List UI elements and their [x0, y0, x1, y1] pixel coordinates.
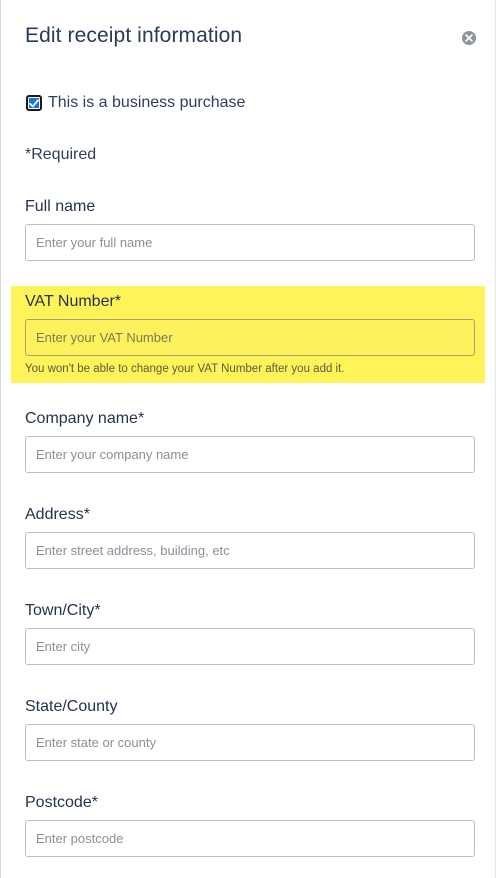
vat-help-text: You won't be able to change your VAT Num…	[25, 363, 345, 375]
close-icon[interactable]	[462, 31, 476, 45]
panel-left-border	[0, 0, 1, 878]
town-label: Town/City*	[25, 602, 101, 619]
full-name-field-group: Full name	[25, 197, 475, 261]
postcode-label: Postcode*	[25, 794, 98, 811]
company-input[interactable]	[25, 436, 475, 473]
vat-label: VAT Number*	[25, 293, 122, 310]
state-field-group: State/County	[25, 697, 475, 761]
vat-field-group: VAT Number*	[25, 292, 475, 356]
vat-input[interactable]	[25, 319, 475, 356]
town-input[interactable]	[25, 628, 475, 665]
business-purchase-checkbox[interactable]	[26, 95, 42, 111]
required-note: *Required	[25, 146, 97, 163]
full-name-label: Full name	[25, 198, 96, 215]
address-field-group: Address*	[25, 505, 475, 569]
business-purchase-label: This is a business purchase	[48, 94, 246, 111]
address-input[interactable]	[25, 532, 475, 569]
business-purchase-row[interactable]: This is a business purchase	[26, 94, 245, 112]
postcode-field-group: Postcode*	[25, 793, 475, 857]
panel-title: Edit receipt information	[25, 24, 243, 47]
state-label: State/County	[25, 698, 118, 715]
state-input[interactable]	[25, 724, 475, 761]
company-field-group: Company name*	[25, 409, 475, 473]
full-name-input[interactable]	[25, 224, 475, 261]
company-label: Company name*	[25, 410, 145, 427]
town-field-group: Town/City*	[25, 601, 475, 665]
address-label: Address*	[25, 506, 90, 523]
postcode-input[interactable]	[25, 820, 475, 857]
edit-receipt-panel: Edit receipt information This is a busin…	[0, 0, 496, 878]
